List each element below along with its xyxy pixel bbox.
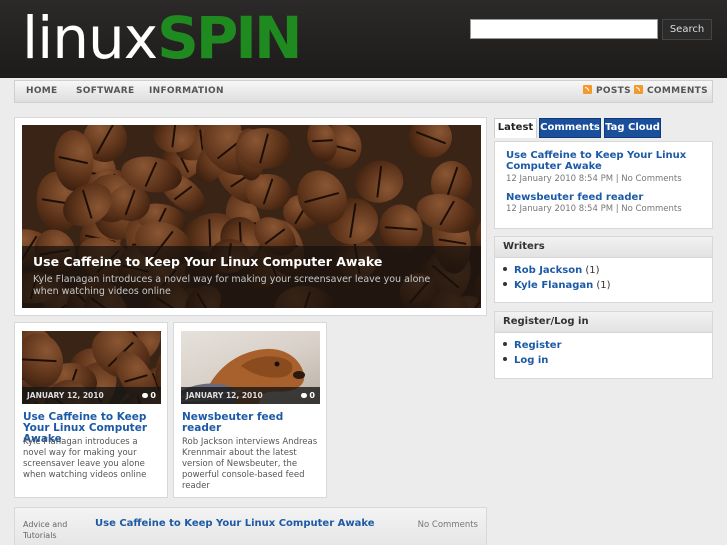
latest-post-meta: 12 January 2010 8:54 PM | No Comments xyxy=(506,204,682,214)
rss-icon xyxy=(583,85,592,94)
post-list-row: Advice and Tutorials Use Caffeine to Kee… xyxy=(14,507,487,545)
post-meta: JANUARY 12, 2010 0 xyxy=(22,387,161,404)
register-heading: Register/Log in xyxy=(495,312,712,333)
register-link[interactable]: Register xyxy=(514,340,562,351)
register-item: Register xyxy=(503,340,562,351)
post-excerpt: Rob Jackson interviews Andreas Krennmair… xyxy=(182,437,318,491)
post-title[interactable]: Newsbeuter feed reader xyxy=(182,412,322,434)
nav-software[interactable]: SOFTWARE xyxy=(76,81,134,102)
featured-description: Kyle Flanagan introduces a novel way for… xyxy=(33,274,431,297)
post-card: JANUARY 12, 2010 0 Newsbeuter feed reade… xyxy=(173,322,327,498)
post-thumbnail[interactable]: JANUARY 12, 2010 0 xyxy=(181,331,320,404)
rss-icon xyxy=(634,85,643,94)
coffee-bean xyxy=(237,127,291,170)
latest-posts-box: Use Caffeine to Keep Your Linux Computer… xyxy=(494,141,713,229)
site-header: linuxSPIN Search xyxy=(0,0,727,78)
search-button[interactable]: Search xyxy=(662,19,712,40)
featured-image[interactable]: Use Caffeine to Keep Your Linux Computer… xyxy=(22,125,481,308)
writer-item: Kyle Flanagan (1) xyxy=(503,280,611,291)
post-title[interactable]: Use Caffeine to Keep Your Linux Computer… xyxy=(95,518,375,529)
tab-tag-cloud[interactable]: Tag Cloud xyxy=(604,118,661,138)
writer-post-count: (1) xyxy=(596,280,611,291)
nav-information[interactable]: INFORMATION xyxy=(149,81,224,102)
posts-feed-link[interactable]: POSTS xyxy=(583,81,631,102)
comments-feed-link[interactable]: COMMENTS xyxy=(634,81,708,102)
writer-post-count: (1) xyxy=(585,265,600,276)
post-date: JANUARY 12, 2010 xyxy=(186,391,263,400)
post-comments-link[interactable]: No Comments xyxy=(418,520,478,530)
coffee-bean xyxy=(406,125,454,160)
post-date: JANUARY 12, 2010 xyxy=(27,391,104,400)
comment-icon xyxy=(301,393,308,398)
post-category[interactable]: Advice and Tutorials xyxy=(23,519,83,541)
post-card: JANUARY 12, 2010 0 Use Caffeine to Keep … xyxy=(14,322,168,498)
comment-icon xyxy=(142,393,149,398)
latest-post-title[interactable]: Newsbeuter feed reader xyxy=(506,192,706,203)
main-navbar: HOME SOFTWARE INFORMATION POSTS COMMENTS xyxy=(14,80,713,103)
post-meta: JANUARY 12, 2010 0 xyxy=(181,387,320,404)
tab-latest[interactable]: Latest xyxy=(494,118,537,138)
featured-title[interactable]: Use Caffeine to Keep Your Linux Computer… xyxy=(33,254,382,269)
writers-heading: Writers xyxy=(495,237,712,258)
post-thumbnail[interactable]: JANUARY 12, 2010 0 xyxy=(22,331,161,404)
comment-count[interactable]: 0 xyxy=(301,387,315,404)
register-item: Log in xyxy=(503,355,548,366)
latest-post-meta: 12 January 2010 8:54 PM | No Comments xyxy=(506,174,682,184)
site-logo[interactable]: linuxSPIN xyxy=(22,4,302,72)
latest-post-title[interactable]: Use Caffeine to Keep Your Linux Computer… xyxy=(506,150,706,172)
featured-caption: Use Caffeine to Keep Your Linux Computer… xyxy=(22,246,481,308)
comment-count[interactable]: 0 xyxy=(142,387,156,404)
post-excerpt: Kyle Flanagan introduces a novel way for… xyxy=(23,437,147,480)
writers-box: Writers Rob Jackson (1) Kyle Flanagan (1… xyxy=(494,236,713,303)
writer-link[interactable]: Kyle Flanagan xyxy=(514,280,593,291)
login-link[interactable]: Log in xyxy=(514,355,548,366)
nav-home[interactable]: HOME xyxy=(26,81,58,102)
writer-link[interactable]: Rob Jackson xyxy=(514,265,582,276)
search-input[interactable] xyxy=(470,19,658,39)
writer-item: Rob Jackson (1) xyxy=(503,265,600,276)
register-box: Register/Log in Register Log in xyxy=(494,311,713,379)
tab-comments[interactable]: Comments xyxy=(539,118,601,138)
